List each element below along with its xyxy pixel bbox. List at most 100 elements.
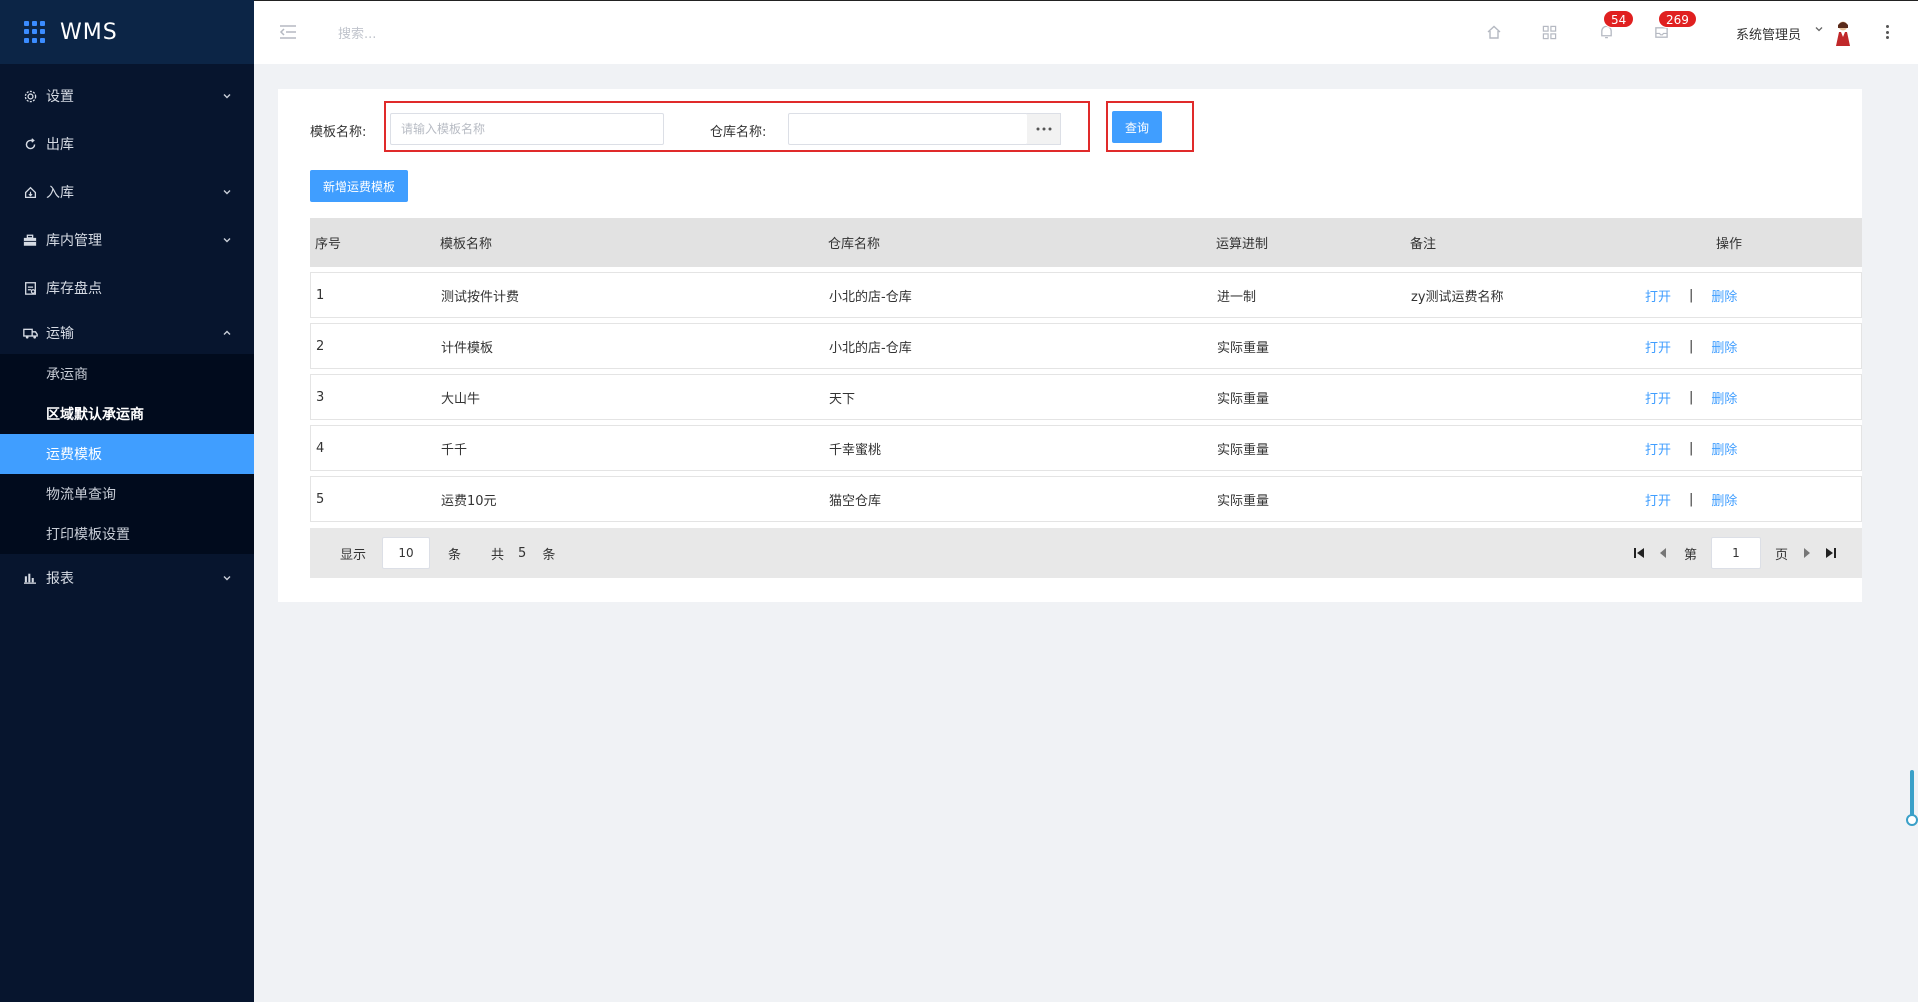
user-name[interactable]: 系统管理员	[1736, 24, 1801, 43]
cell-warehouse-name: 猫空仓库	[829, 493, 882, 509]
cell-actions: 打开 | 删除	[1645, 439, 1863, 458]
messages-badge: 269	[1658, 10, 1697, 28]
freight-template-table: 序号 模板名称 仓库名称 运算进制 备注 操作 1 测试按件计费 小北的店-仓库…	[310, 218, 1862, 522]
top-header: 54 269 系统管理员	[254, 0, 1918, 64]
open-link[interactable]: 打开	[1645, 439, 1671, 458]
column-header-calculation: 运算进制	[1216, 237, 1269, 252]
open-link[interactable]: 打开	[1645, 490, 1671, 509]
cell-index: 1	[316, 287, 325, 303]
warehouse-name-input[interactable]	[788, 113, 1028, 145]
action-separator: |	[1689, 338, 1694, 354]
cell-template-name: 运费10元	[441, 493, 497, 509]
add-freight-template-button[interactable]: 新增运费模板	[310, 170, 408, 202]
delete-link[interactable]: 删除	[1711, 439, 1737, 458]
notifications-badge: 54	[1603, 10, 1635, 28]
page-size-unit: 条	[448, 547, 462, 563]
clipboard-icon	[22, 280, 38, 296]
sidebar-item-freight-template[interactable]: 运费模板	[0, 434, 254, 474]
column-header-template-name: 模板名称	[440, 237, 493, 252]
message-icon[interactable]: 269	[1652, 10, 1697, 41]
page-size-input[interactable]	[382, 537, 431, 569]
briefcase-icon	[22, 232, 38, 248]
column-header-actions: 操作	[1716, 237, 1743, 252]
delete-link[interactable]: 删除	[1711, 490, 1737, 509]
truck-icon	[22, 325, 38, 341]
sidebar-item-warehouse-management[interactable]: 库内管理	[0, 216, 254, 264]
chevron-down-icon	[222, 234, 234, 246]
cell-warehouse-name: 小北的店-仓库	[829, 340, 912, 356]
home-icon[interactable]	[1485, 23, 1503, 41]
avatar[interactable]	[1832, 19, 1854, 47]
last-page-icon[interactable]	[1824, 546, 1838, 560]
chevron-down-icon	[222, 186, 234, 198]
chevron-down-icon	[222, 572, 234, 584]
sidebar-item-regional-default-carrier[interactable]: 区域默认承运商	[0, 394, 254, 434]
cell-actions: 打开 | 删除	[1645, 388, 1863, 407]
app-logo[interactable]: WMS	[0, 0, 254, 64]
column-header-index: 序号	[315, 237, 342, 252]
cell-warehouse-name: 小北的店-仓库	[829, 289, 912, 305]
sidebar-menu: 设置 出库 入库 库内管理 库存盘点 运输 承运商 区域默认承运商 运费模板 物…	[0, 72, 254, 602]
sidebar-item-waybill-query[interactable]: 物流单查询	[0, 474, 254, 514]
open-link[interactable]: 打开	[1645, 286, 1671, 305]
sidebar-item-inventory-count[interactable]: 库存盘点	[0, 264, 254, 312]
sidebar-item-settings[interactable]: 设置	[0, 72, 254, 120]
open-link[interactable]: 打开	[1645, 388, 1671, 407]
global-search-input[interactable]	[338, 21, 538, 47]
cell-calculation: 实际重量	[1217, 340, 1270, 356]
next-page-icon[interactable]	[1802, 547, 1812, 559]
sidebar-item-outbound[interactable]: 出库	[0, 120, 254, 168]
open-link[interactable]: 打开	[1645, 337, 1671, 356]
cell-index: 5	[316, 491, 325, 507]
warehouse-name-label: 仓库名称:	[710, 125, 767, 140]
pagination-bar: 显示 条 共 5 条 第 页	[310, 528, 1862, 578]
action-separator: |	[1689, 491, 1694, 507]
sidebar-item-reports[interactable]: 报表	[0, 554, 254, 602]
previous-page-icon[interactable]	[1658, 547, 1668, 559]
first-page-icon[interactable]	[1632, 546, 1646, 560]
bar-chart-icon	[22, 570, 38, 586]
cell-warehouse-name: 千幸蜜桃	[829, 442, 882, 458]
collapse-menu-icon[interactable]	[278, 23, 298, 41]
delete-link[interactable]: 删除	[1711, 286, 1737, 305]
template-name-input[interactable]	[390, 113, 664, 145]
sidebar-item-carriers[interactable]: 承运商	[0, 354, 254, 394]
delete-link[interactable]: 删除	[1711, 337, 1737, 356]
apps-grid-icon	[24, 21, 46, 43]
transport-submenu: 承运商 区域默认承运商 运费模板 物流单查询 打印模板设置	[0, 354, 254, 554]
bell-icon[interactable]: 54	[1597, 10, 1635, 41]
scrollbar-handle[interactable]	[1906, 814, 1918, 826]
delete-link[interactable]: 删除	[1711, 388, 1737, 407]
warehouse-picker-button[interactable]	[1027, 113, 1061, 145]
sidebar-item-transport[interactable]: 运输	[0, 312, 254, 354]
cell-calculation: 实际重量	[1217, 493, 1270, 509]
chevron-down-icon[interactable]	[1814, 23, 1824, 37]
action-separator: |	[1689, 287, 1694, 303]
column-header-warehouse-name: 仓库名称	[828, 237, 881, 252]
action-separator: |	[1689, 440, 1694, 456]
table-row: 3 大山牛 天下 实际重量 打开 | 删除	[310, 374, 1862, 420]
show-label: 显示	[340, 547, 367, 563]
sidebar-item-label: 库存盘点	[46, 281, 102, 297]
app-title: WMS	[60, 19, 118, 45]
grid-icon[interactable]	[1540, 23, 1558, 41]
column-header-remark: 备注	[1410, 237, 1437, 252]
sidebar-item-inbound[interactable]: 入库	[0, 168, 254, 216]
cell-template-name: 计件模板	[441, 340, 494, 356]
current-page-input[interactable]	[1710, 537, 1761, 569]
page-suffix: 页	[1774, 547, 1788, 563]
cell-index: 3	[316, 389, 325, 405]
sidebar-item-label: 运输	[46, 326, 74, 342]
outbound-icon	[22, 136, 38, 152]
sidebar-item-label: 设置	[46, 89, 74, 105]
query-button[interactable]: 查询	[1112, 111, 1162, 143]
total-count: 5	[518, 545, 527, 561]
more-options-icon[interactable]	[1882, 21, 1892, 43]
gear-icon	[22, 88, 38, 104]
table-row: 1 测试按件计费 小北的店-仓库 进一制 zy测试运费名称 打开 | 删除	[310, 272, 1862, 318]
sidebar-item-print-template-settings[interactable]: 打印模板设置	[0, 514, 254, 554]
table-row: 2 计件模板 小北的店-仓库 实际重量 打开 | 删除	[310, 323, 1862, 369]
total-unit: 条	[542, 547, 556, 563]
cell-calculation: 进一制	[1217, 289, 1257, 305]
cell-actions: 打开 | 删除	[1645, 286, 1863, 305]
